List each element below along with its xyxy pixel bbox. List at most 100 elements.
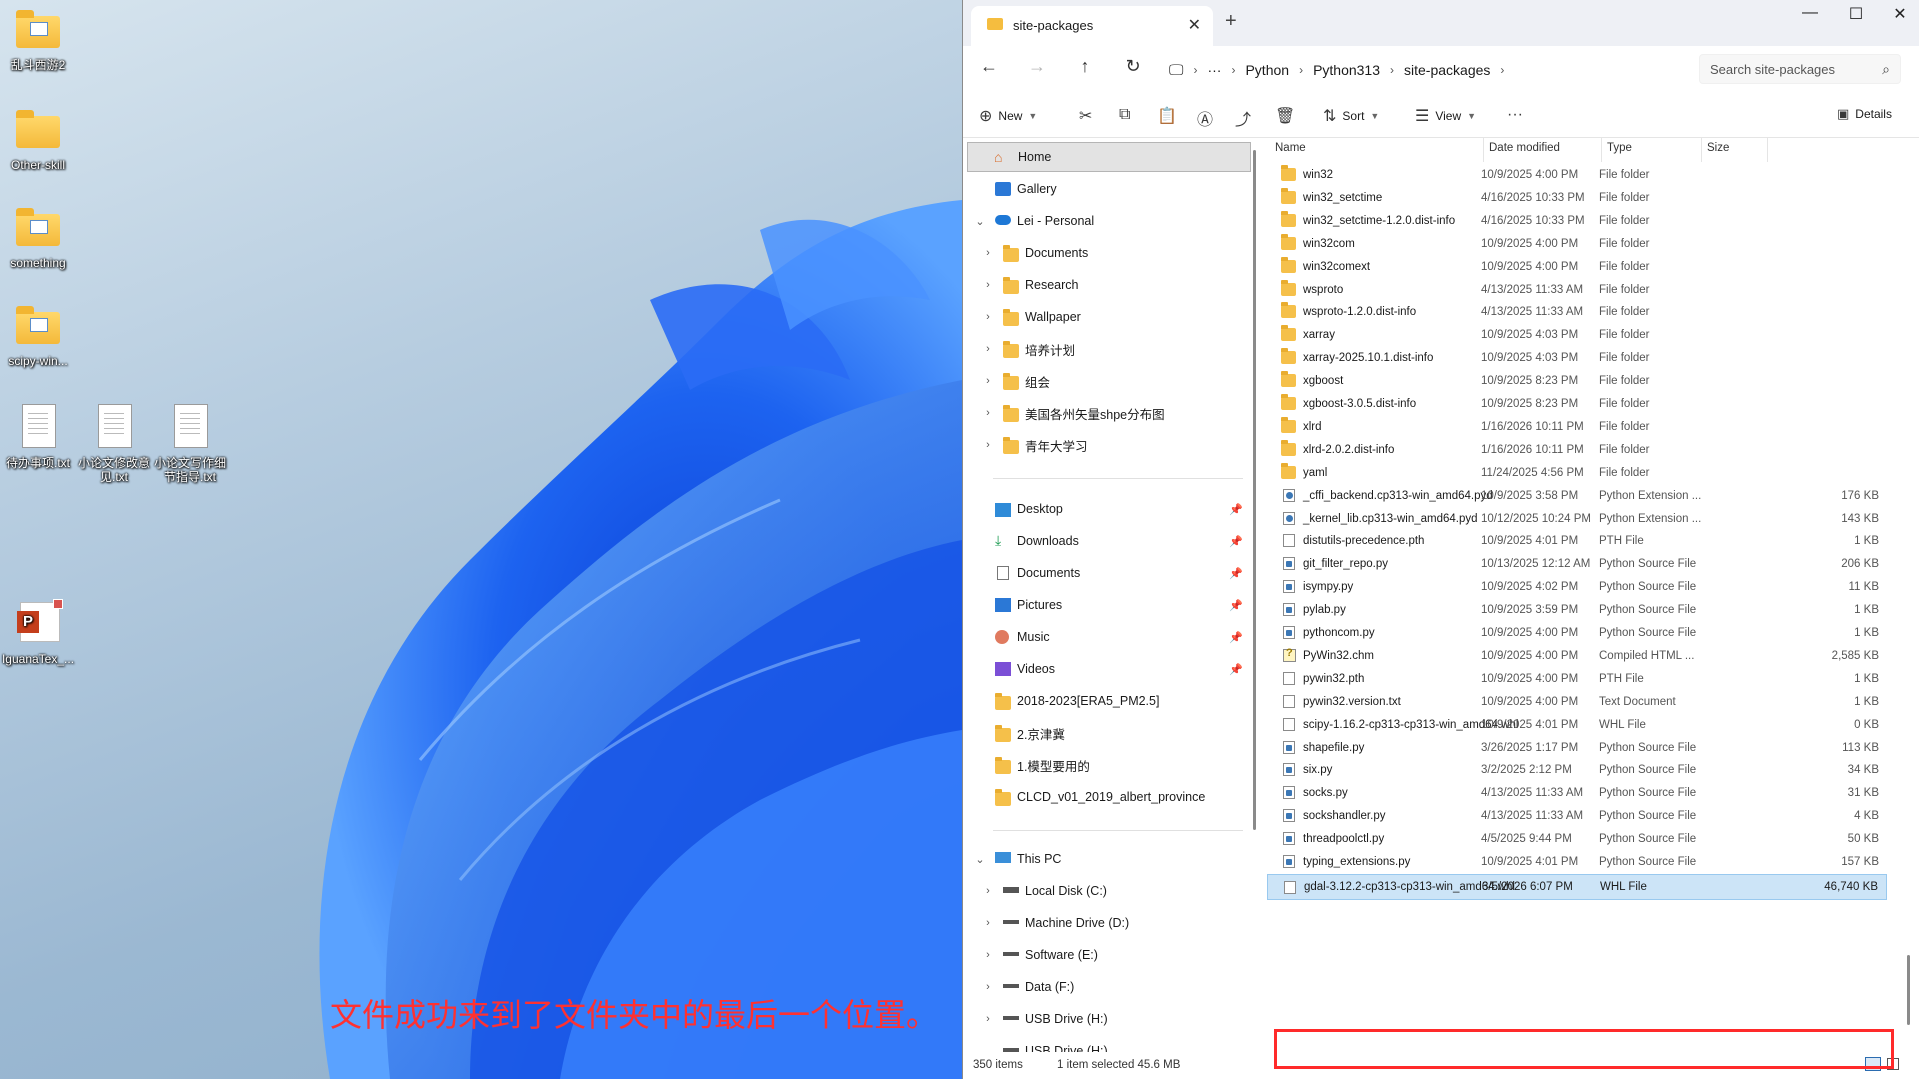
desktop-icon-folder[interactable]: scipy-win...: [0, 302, 76, 368]
rename-button[interactable]: Ⓐ: [1197, 106, 1213, 130]
pin-icon[interactable]: 📌: [1229, 535, 1243, 548]
nav-quick-music[interactable]: Music 📌: [963, 622, 1245, 652]
column-divider[interactable]: [1483, 138, 1484, 162]
search-input[interactable]: Search site-packages ⌕: [1699, 54, 1901, 84]
nav-drive[interactable]: › Local Disk (C:): [963, 876, 1245, 906]
desktop-icon-ppt[interactable]: P IguanaTex_...: [0, 599, 76, 666]
nav-home[interactable]: ⌂ Home: [967, 142, 1251, 172]
nav-this-pc[interactable]: ⌄ This PC: [963, 844, 1245, 874]
file-row[interactable]: shapefile.py 3/26/2025 1:17 PM Python Sour…: [1267, 737, 1887, 759]
column-header-name[interactable]: Name: [1275, 142, 1306, 154]
file-row[interactable]: typing_extensions.py 10/9/2025 4:01 PM Pyt…: [1267, 851, 1887, 873]
close-window-button[interactable]: ✕: [1877, 4, 1919, 24]
file-row[interactable]: xarray 10/9/2025 4:03 PM File folder: [1267, 324, 1887, 346]
minimize-button[interactable]: —: [1787, 4, 1833, 22]
file-row[interactable]: _cffi_backend.cp313-win_amd64.pyd 10/9/20…: [1267, 485, 1887, 507]
file-row[interactable]: _kernel_lib.cp313-win_amd64.pyd 10/12/202…: [1267, 508, 1887, 530]
nav-quick-downloads[interactable]: ⤓ Downloads 📌: [963, 526, 1245, 556]
nav-quick-pictures[interactable]: Pictures 📌: [963, 590, 1245, 620]
monitor-icon[interactable]: 🖵: [1169, 62, 1193, 79]
nav-onedrive-child[interactable]: › 培养计划: [963, 334, 1245, 364]
nav-drive[interactable]: › USB Drive (H:): [963, 1004, 1245, 1034]
nav-onedrive[interactable]: ⌄ Lei - Personal: [963, 206, 1245, 236]
tiles-view-icon[interactable]: [1887, 1058, 1899, 1070]
file-row[interactable]: sockshandler.py 4/13/2025 11:33 AM Python …: [1267, 805, 1887, 827]
pin-icon[interactable]: 📌: [1229, 663, 1243, 676]
nav-onedrive-child[interactable]: › Wallpaper: [963, 302, 1245, 332]
nav-quick-videos[interactable]: Videos 📌: [963, 654, 1245, 684]
file-row[interactable]: scipy-1.16.2-cp313-cp313-win_amd64.whl 10…: [1267, 714, 1887, 736]
column-header-size[interactable]: Size: [1707, 142, 1729, 154]
file-row[interactable]: wsproto 4/13/2025 11:33 AM File folder: [1267, 279, 1887, 301]
plus-icon[interactable]: +: [1225, 10, 1237, 33]
file-row[interactable]: win32comext 10/9/2025 4:00 PM File folder: [1267, 256, 1887, 278]
file-row[interactable]: gdal-3.12.2-cp313-cp313-win_amd64.whl 3/5…: [1267, 873, 1887, 900]
file-row[interactable]: xlrd 1/16/2026 10:11 PM File folder: [1267, 416, 1887, 438]
nav-quick-folder[interactable]: 1.模型要用的: [963, 750, 1245, 780]
file-row[interactable]: pywin32.pth 10/9/2025 4:00 PM PTH File 1 KB: [1267, 668, 1887, 690]
refresh-icon[interactable]: ↻: [1119, 56, 1147, 77]
file-row[interactable]: win32_setctime 4/16/2025 10:33 PM File fol…: [1267, 187, 1887, 209]
desktop-icon-file[interactable]: 小论文写作细节指导.txt: [152, 404, 228, 484]
column-header-type[interactable]: Type: [1607, 142, 1632, 154]
nav-onedrive-child[interactable]: › Documents: [963, 238, 1245, 268]
file-row[interactable]: xlrd-2.0.2.dist-info 1/16/2026 10:11 PM Fi…: [1267, 439, 1887, 461]
column-header-date[interactable]: Date modified: [1489, 142, 1560, 154]
details-view-icon[interactable]: [1865, 1057, 1881, 1071]
file-row[interactable]: pylab.py 10/9/2025 3:59 PM Python Source F…: [1267, 599, 1887, 621]
desktop-icon-folder[interactable]: something: [0, 204, 76, 270]
file-row[interactable]: socks.py 4/13/2025 11:33 AM Python Source …: [1267, 782, 1887, 804]
pin-icon[interactable]: 📌: [1229, 503, 1243, 516]
file-row[interactable]: xgboost-3.0.5.dist-info 10/9/2025 8:23 PM…: [1267, 393, 1887, 415]
nav-drive[interactable]: › Data (F:): [963, 972, 1245, 1002]
file-row[interactable]: six.py 3/2/2025 2:12 PM Python Source File…: [1267, 759, 1887, 781]
more-options-button[interactable]: ···: [1507, 106, 1523, 124]
nav-drive[interactable]: ⌄ USB Drive (H:): [963, 1036, 1245, 1052]
delete-button[interactable]: 🗑: [1275, 106, 1295, 126]
breadcrumb-python[interactable]: Python: [1235, 62, 1299, 78]
file-row[interactable]: PyWin32.chm 10/9/2025 4:00 PM Compiled HTM…: [1267, 645, 1887, 667]
nav-quick-folder[interactable]: 2.京津冀: [963, 718, 1245, 748]
desktop-icon-file[interactable]: 小论文修改意见.txt: [76, 404, 152, 484]
file-row[interactable]: isympy.py 10/9/2025 4:02 PM Python Source …: [1267, 576, 1887, 598]
file-row[interactable]: yaml 11/24/2025 4:56 PM File folder: [1267, 462, 1887, 484]
nav-scrollbar-thumb[interactable]: [1253, 150, 1256, 830]
pin-icon[interactable]: 📌: [1229, 567, 1243, 580]
desktop-icon-file[interactable]: 待办事项.txt: [0, 404, 76, 470]
nav-drive[interactable]: › Software (E:): [963, 940, 1245, 970]
nav-onedrive-child[interactable]: › Research: [963, 270, 1245, 300]
nav-quick-folder[interactable]: 2018-2023[ERA5_PM2.5]: [963, 686, 1245, 716]
arrow-left-icon[interactable]: ←: [975, 56, 1003, 77]
file-row[interactable]: xarray-2025.10.1.dist-info 10/9/2025 4:03…: [1267, 347, 1887, 369]
tab-site-packages[interactable]: site-packages ✕: [971, 6, 1213, 46]
cut-button[interactable]: ✂: [1079, 106, 1092, 126]
pin-icon[interactable]: 📌: [1229, 599, 1243, 612]
view-button[interactable]: ☰ View ▼: [1415, 106, 1476, 126]
nav-drive[interactable]: › Machine Drive (D:): [963, 908, 1245, 938]
file-row[interactable]: win32 10/9/2025 4:00 PM File folder: [1267, 164, 1887, 186]
column-divider[interactable]: [1701, 138, 1702, 162]
breadcrumb-python313[interactable]: Python313: [1303, 62, 1390, 78]
file-list-scrollbar-thumb[interactable]: [1907, 955, 1910, 1025]
details-pane-button[interactable]: ▣ Details: [1837, 106, 1892, 122]
desktop-icon-folder[interactable]: Other-skill: [0, 106, 76, 172]
arrow-right-icon[interactable]: →: [1023, 56, 1051, 77]
file-row[interactable]: threadpoolctl.py 4/5/2025 9:44 PM Python S…: [1267, 828, 1887, 850]
file-row[interactable]: wsproto-1.2.0.dist-info 4/13/2025 11:33 A…: [1267, 301, 1887, 323]
desktop-icon-folder[interactable]: 乱斗西游2: [0, 6, 76, 72]
file-list-scrollbar[interactable]: [1905, 140, 1911, 1030]
file-row[interactable]: win32com 10/9/2025 4:00 PM File folder: [1267, 233, 1887, 255]
file-row[interactable]: win32_setctime-1.2.0.dist-info 4/16/2025 …: [1267, 210, 1887, 232]
new-button[interactable]: ⊕ New ▼: [979, 106, 1037, 126]
column-divider[interactable]: [1767, 138, 1768, 162]
chevron-right-icon[interactable]: ›: [1500, 63, 1504, 77]
sort-button[interactable]: ⇅ Sort ▼: [1323, 106, 1379, 126]
file-row[interactable]: pywin32.version.txt 10/9/2025 4:00 PM Text…: [1267, 691, 1887, 713]
nav-gallery[interactable]: Gallery: [963, 174, 1245, 204]
file-row[interactable]: git_filter_repo.py 10/13/2025 12:12 AM Pyt…: [1267, 553, 1887, 575]
breadcrumb-site-packages[interactable]: site-packages: [1394, 62, 1500, 78]
nav-onedrive-child[interactable]: › 美国各州矢量shpe分布图: [963, 398, 1245, 428]
arrow-up-icon[interactable]: ↑: [1071, 56, 1099, 77]
nav-quick-documents[interactable]: Documents 📌: [963, 558, 1245, 588]
share-button[interactable]: ⤴: [1235, 106, 1251, 130]
